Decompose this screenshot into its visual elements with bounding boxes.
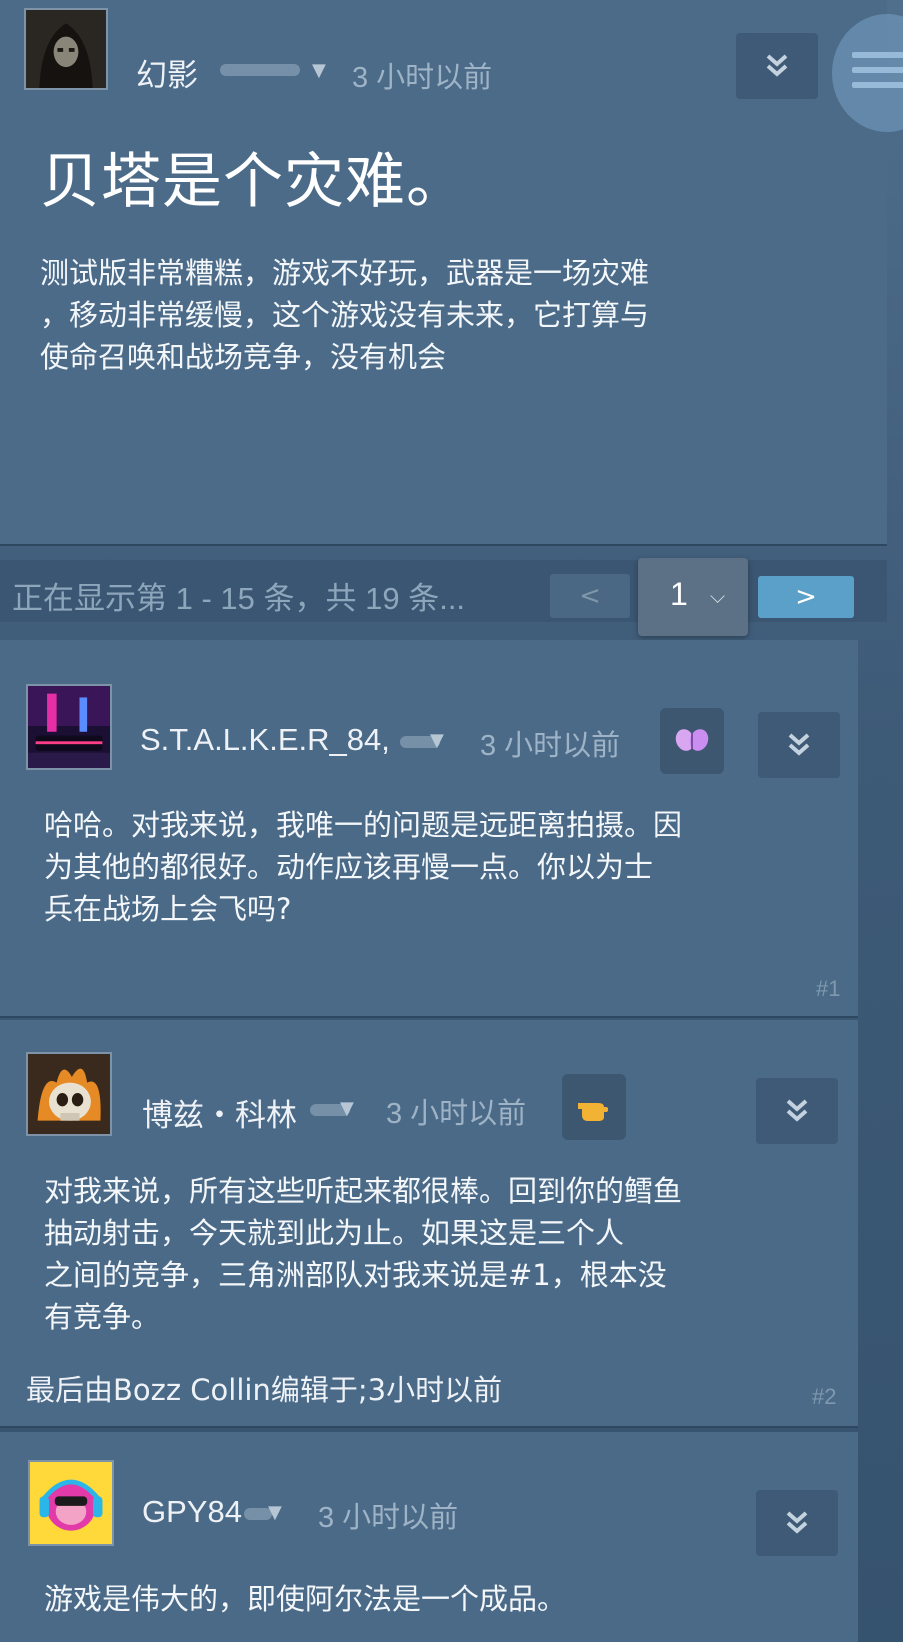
double-chevron-down-icon [786, 1099, 808, 1122]
neon-car-avatar-icon [28, 686, 110, 768]
op-collapse-button[interactable] [736, 33, 818, 99]
pointing-hand-reaction-icon [578, 1103, 608, 1121]
post-title: 贝塔是个灾难。 [40, 147, 467, 217]
butterfly-reaction-icon [675, 729, 709, 751]
comment-username[interactable]: 博兹・科林 [142, 1090, 297, 1135]
page-select[interactable]: 1 ⌵ [638, 558, 748, 636]
comment-avatar[interactable] [26, 1052, 112, 1136]
reaction-award[interactable] [660, 708, 724, 774]
op-username[interactable]: 幻影 [136, 50, 198, 95]
hamburger-icon [852, 52, 903, 97]
comment-body: 游戏是伟大的，即使阿尔法是一个成品。 [44, 1582, 567, 1616]
double-chevron-down-icon [786, 1511, 808, 1534]
comment-timestamp: 3 小时以前 [318, 1502, 459, 1534]
comment-timestamp: 3 小时以前 [480, 730, 621, 762]
user-dropdown-icon[interactable]: ▼ [268, 1502, 282, 1523]
op-timestamp: 3 小时以前 [352, 62, 493, 94]
blurred-name-suffix [220, 64, 300, 76]
comment-avatar[interactable] [28, 1460, 114, 1546]
double-chevron-down-icon [766, 54, 788, 77]
prev-page-button[interactable]: < [550, 574, 630, 618]
op-avatar[interactable] [24, 8, 108, 90]
user-dropdown-icon[interactable]: ▼ [340, 1098, 354, 1119]
reaction-award[interactable] [562, 1074, 626, 1140]
double-chevron-down-icon [788, 733, 810, 756]
comment-collapse-button[interactable] [758, 712, 840, 778]
post-body: 测试版非常糟糕，游戏不好玩，武器是一场灾难 ，移动非常缓慢，这个游戏没有未来，它… [40, 256, 650, 374]
comment-collapse-button[interactable] [756, 1490, 838, 1556]
comment-timestamp: 3 小时以前 [386, 1098, 527, 1130]
current-page-number: 1 [670, 576, 688, 612]
comment-number[interactable]: #2 [812, 1384, 836, 1410]
comment-collapse-button[interactable] [756, 1078, 838, 1144]
edited-note: 最后由Bozz Collin编辑于;3小时以前 [26, 1373, 503, 1407]
comment-body: 对我来说，所有这些听起来都很棒。回到你的鳕鱼 抽动射击，今天就到此为止。如果这是… [44, 1174, 683, 1334]
burning-skull-avatar-icon [28, 1054, 110, 1134]
chevron-down-icon: ⌵ [710, 584, 726, 608]
comment-username[interactable]: GPY84 [142, 1494, 242, 1530]
hooded-figure-icon [26, 10, 106, 88]
next-page-button[interactable]: > [758, 576, 854, 618]
pagination-summary: 正在显示第 1 - 15 条，共 19 条... [12, 581, 466, 616]
comment-body: 哈哈。对我来说，我唯一的问题是远距离拍摄。因 为其他的都很好。动作应该再慢一点。… [44, 808, 683, 926]
user-dropdown-icon[interactable]: ▼ [312, 60, 326, 81]
monkey-headphones-avatar-icon [30, 1462, 112, 1544]
comment-username[interactable]: S.T.A.L.K.E.R_84, [140, 722, 390, 758]
comment-number[interactable]: #1 [816, 976, 840, 1002]
comment-avatar[interactable] [26, 684, 112, 770]
user-dropdown-icon[interactable]: ▼ [430, 730, 444, 751]
original-post: 幻影 ▼ 3 小时以前 贝塔是个灾难。 测试版非常糟糕，游戏不好玩，武器是一场灾… [0, 0, 887, 546]
